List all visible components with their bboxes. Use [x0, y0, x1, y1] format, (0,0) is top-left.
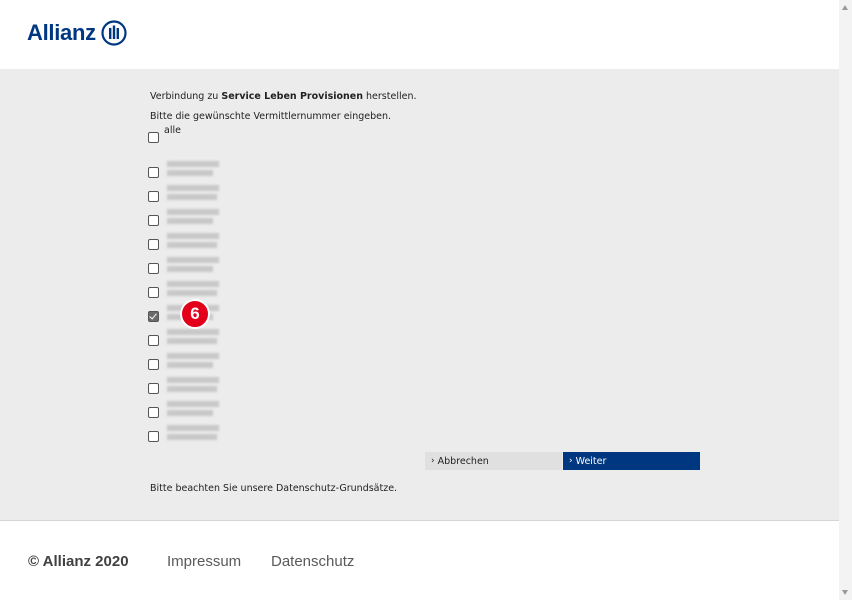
select-all-checkbox[interactable] — [148, 132, 159, 143]
connection-intro: Verbindung zu Service Leben Provisionen … — [150, 91, 417, 102]
instruction-text: Bitte die gewünschte Vermittlernummer ei… — [150, 111, 392, 122]
footer-copyright: © Allianz 2020 — [28, 553, 129, 570]
agent-number-row — [148, 209, 219, 226]
agent-number-checkbox[interactable] — [148, 335, 159, 346]
datenschutz-link[interactable]: Datenschutz — [271, 553, 354, 570]
page: Allianz Verbindung zu Service Leben Prov… — [0, 0, 852, 600]
allianz-eagle-icon — [101, 20, 127, 46]
agent-number-checkbox[interactable] — [148, 359, 159, 370]
step-marker: 6 — [180, 299, 210, 329]
redacted-agent-number — [167, 401, 219, 416]
scroll-up-icon[interactable] — [842, 5, 848, 10]
agent-number-checkbox[interactable] — [148, 191, 159, 202]
agent-number-row — [148, 353, 219, 370]
agent-number-row — [148, 329, 219, 346]
agent-number-checkbox[interactable] — [148, 431, 159, 442]
chevron-right-icon: › — [431, 456, 435, 466]
footer: © Allianz 2020 Impressum Datenschutz — [0, 521, 839, 600]
agent-number-checkbox[interactable] — [148, 167, 159, 178]
agent-number-checkbox[interactable] — [148, 383, 159, 394]
agent-number-row — [148, 233, 219, 250]
redacted-agent-number — [167, 185, 219, 200]
agent-number-checkbox[interactable] — [148, 239, 159, 250]
agent-number-row — [148, 377, 219, 394]
privacy-note: Bitte beachten Sie unsere Datenschutz-Gr… — [150, 483, 398, 494]
cancel-button-label: Abbrechen — [437, 455, 489, 467]
redacted-agent-number — [167, 233, 219, 248]
redacted-agent-number — [167, 377, 219, 392]
impressum-link[interactable]: Impressum — [167, 553, 241, 570]
cancel-button[interactable]: › Abbrechen — [425, 452, 562, 470]
chevron-right-icon: › — [569, 456, 573, 466]
header: Allianz — [0, 0, 839, 69]
redacted-agent-number — [167, 425, 219, 440]
redacted-agent-number — [167, 209, 219, 224]
agent-number-checkbox[interactable] — [148, 215, 159, 226]
agent-number-row — [148, 401, 219, 418]
allianz-logo[interactable]: Allianz — [27, 20, 127, 46]
agent-number-checkbox[interactable] — [148, 287, 159, 298]
agent-number-row — [148, 425, 219, 442]
intro-suffix: herstellen. — [363, 91, 417, 102]
vertical-scrollbar[interactable] — [839, 0, 852, 600]
logo-wordmark: Allianz — [27, 20, 96, 45]
redacted-agent-number — [167, 257, 219, 272]
redacted-agent-number — [167, 353, 219, 368]
redacted-agent-number — [167, 161, 219, 176]
redacted-agent-number — [167, 281, 219, 296]
agent-number-checkbox[interactable] — [148, 311, 159, 322]
scroll-down-icon[interactable] — [842, 590, 848, 595]
select-all-label: alle — [164, 125, 181, 136]
agent-number-row — [148, 257, 219, 274]
select-all-row: alle — [148, 125, 181, 143]
agent-number-row — [148, 185, 219, 202]
next-button[interactable]: › Weiter — [563, 452, 700, 470]
redacted-agent-number — [167, 329, 219, 344]
agent-number-row — [148, 281, 219, 298]
service-name: Service Leben Provisionen — [221, 91, 364, 102]
agent-number-checkbox[interactable] — [148, 263, 159, 274]
agent-number-checkbox[interactable] — [148, 407, 159, 418]
agent-number-row — [148, 161, 219, 178]
intro-prefix: Verbindung zu — [150, 91, 222, 102]
main-content: Verbindung zu Service Leben Provisionen … — [0, 69, 839, 521]
next-button-label: Weiter — [575, 455, 607, 467]
